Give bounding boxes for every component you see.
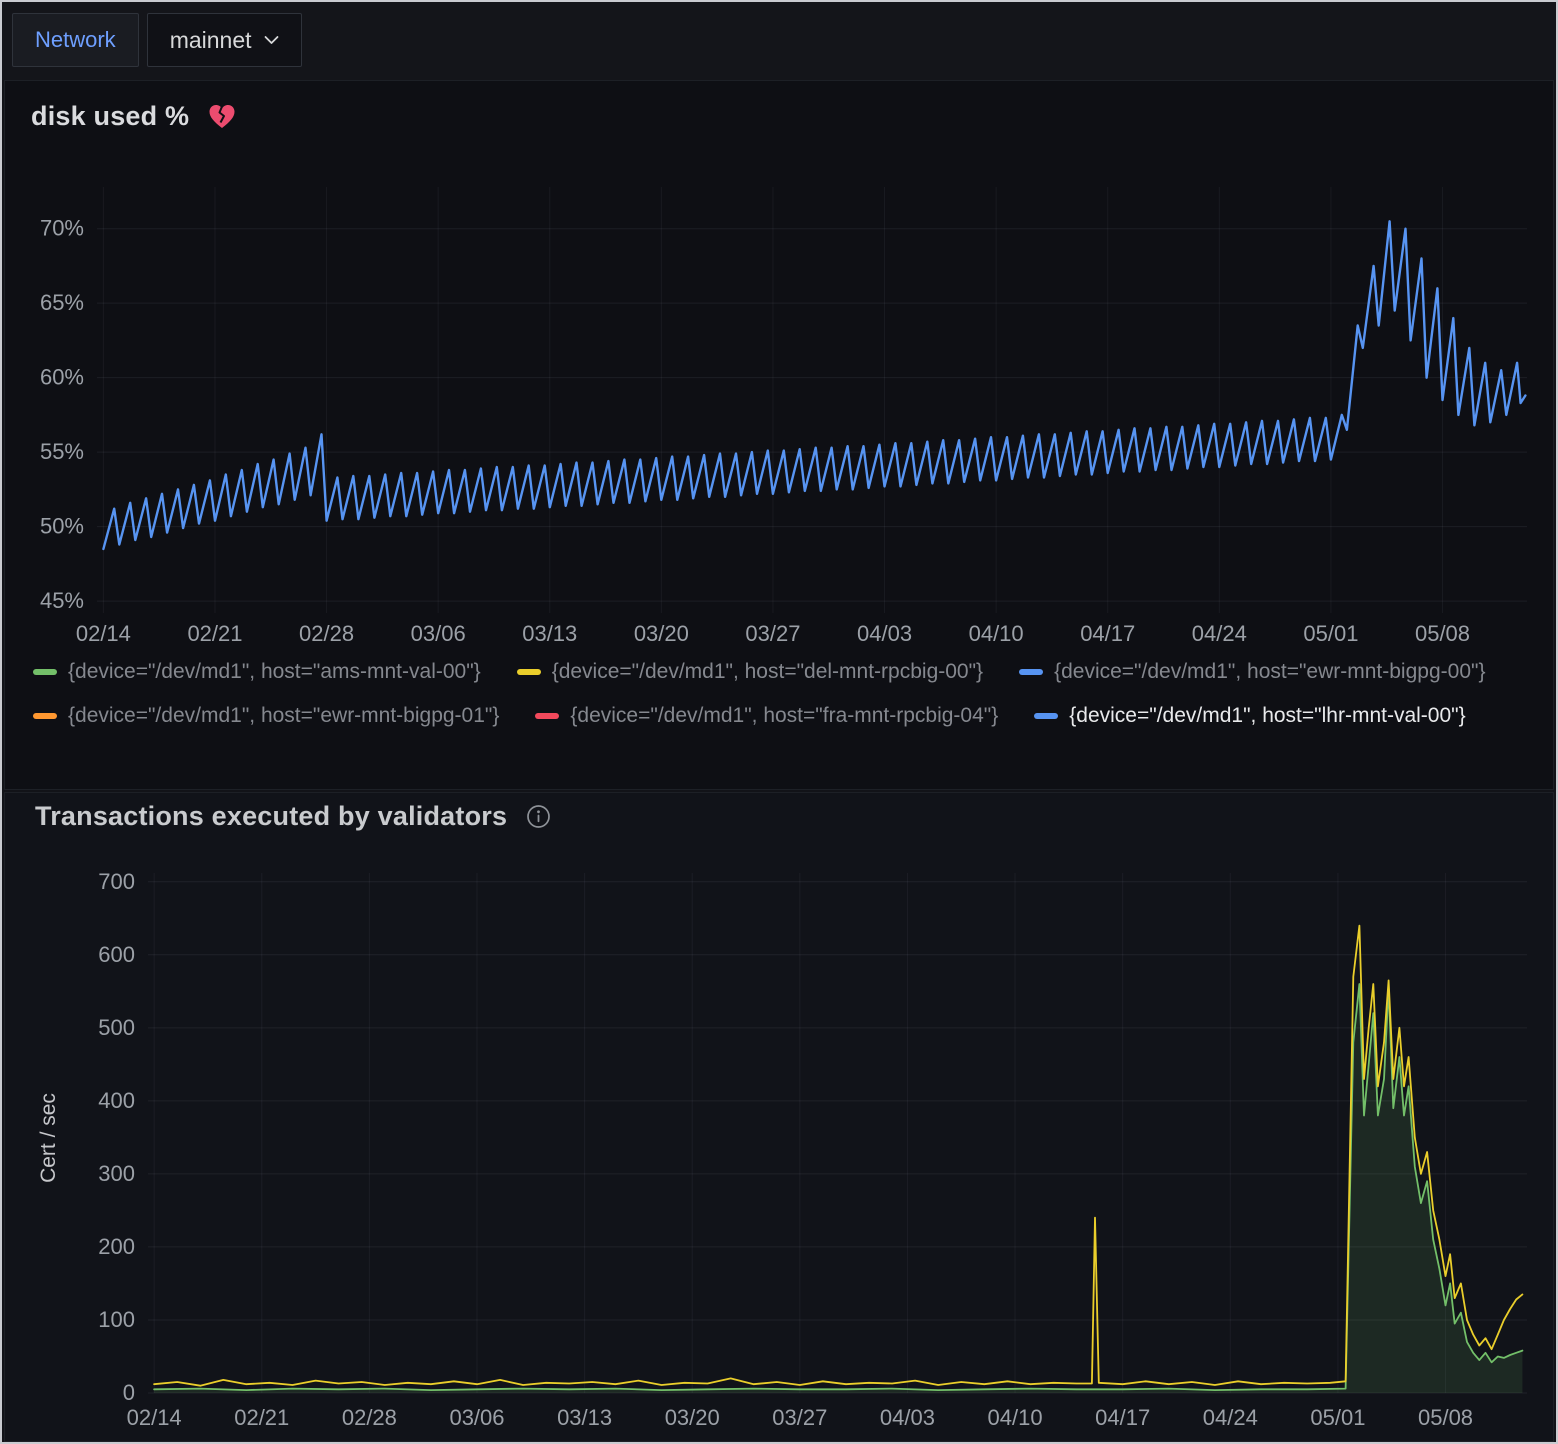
- svg-text:02/14: 02/14: [76, 621, 131, 646]
- network-variable-label: Network: [12, 13, 139, 67]
- tx-panel-header: Transactions executed by validators: [35, 801, 552, 832]
- svg-text:100: 100: [98, 1307, 135, 1332]
- svg-text:55%: 55%: [40, 439, 84, 464]
- legend-series-swatch: [33, 713, 57, 719]
- legend-series-label: {device="/dev/md1", host="ams-mnt-val-00…: [68, 659, 481, 685]
- svg-text:04/10: 04/10: [988, 1405, 1043, 1430]
- alert-broken-heart-icon[interactable]: [207, 102, 237, 131]
- legend-series-label: {device="/dev/md1", host="del-mnt-rpcbig…: [552, 659, 983, 685]
- svg-text:03/20: 03/20: [634, 621, 689, 646]
- svg-text:65%: 65%: [40, 290, 84, 315]
- legend-series-swatch: [517, 669, 541, 675]
- svg-text:03/27: 03/27: [745, 621, 800, 646]
- network-variable-label-text: Network: [35, 27, 116, 53]
- legend-series-label: {device="/dev/md1", host="fra-mnt-rpcbig…: [570, 703, 998, 729]
- svg-text:700: 700: [98, 869, 135, 894]
- svg-text:70%: 70%: [40, 216, 84, 241]
- legend-item[interactable]: {device="/dev/md1", host="fra-mnt-rpcbig…: [535, 703, 998, 729]
- legend-item[interactable]: {device="/dev/md1", host="lhr-mnt-val-00…: [1034, 703, 1465, 729]
- svg-text:03/06: 03/06: [449, 1405, 504, 1430]
- grafana-dashboard: Network mainnet disk used % 45% 50% 55% 60%…: [0, 0, 1558, 1444]
- topbar: Network mainnet: [2, 2, 1556, 80]
- svg-text:02/28: 02/28: [299, 621, 354, 646]
- svg-text:05/01: 05/01: [1303, 621, 1358, 646]
- svg-text:0: 0: [123, 1380, 135, 1405]
- legend-series-swatch: [535, 713, 559, 719]
- svg-text:300: 300: [98, 1161, 135, 1186]
- svg-text:05/08: 05/08: [1415, 621, 1470, 646]
- svg-text:02/21: 02/21: [234, 1405, 289, 1430]
- svg-text:05/01: 05/01: [1310, 1405, 1365, 1430]
- svg-text:200: 200: [98, 1234, 135, 1259]
- svg-text:03/20: 03/20: [665, 1405, 720, 1430]
- legend-item[interactable]: {device="/dev/md1", host="ewr-mnt-bigpg-…: [33, 703, 499, 729]
- network-variable-value: mainnet: [170, 27, 252, 54]
- legend-series-label: {device="/dev/md1", host="lhr-mnt-val-00…: [1069, 703, 1465, 729]
- svg-text:04/03: 04/03: [857, 621, 912, 646]
- legend-series-swatch: [33, 669, 57, 675]
- svg-text:02/28: 02/28: [342, 1405, 397, 1430]
- svg-text:03/06: 03/06: [411, 621, 466, 646]
- disk-panel-title[interactable]: disk used %: [31, 101, 189, 132]
- svg-text:45%: 45%: [40, 588, 84, 613]
- svg-text:03/27: 03/27: [772, 1405, 827, 1430]
- legend-series-swatch: [1019, 669, 1043, 675]
- disk-chart-legend: {device="/dev/md1", host="ams-mnt-val-00…: [33, 659, 1533, 729]
- svg-text:05/08: 05/08: [1418, 1405, 1473, 1430]
- svg-text:04/24: 04/24: [1192, 621, 1247, 646]
- svg-text:04/03: 04/03: [880, 1405, 935, 1430]
- network-variable-control: Network mainnet: [12, 13, 302, 67]
- svg-text:600: 600: [98, 942, 135, 967]
- svg-text:04/24: 04/24: [1203, 1405, 1258, 1430]
- network-variable-dropdown[interactable]: mainnet: [147, 13, 302, 67]
- transactions-panel: Transactions executed by validators Cert…: [4, 792, 1554, 1442]
- svg-text:50%: 50%: [40, 514, 84, 539]
- legend-series-label: {device="/dev/md1", host="ewr-mnt-bigpg-…: [1054, 659, 1485, 685]
- legend-item[interactable]: {device="/dev/md1", host="ewr-mnt-bigpg-…: [1019, 659, 1485, 685]
- svg-text:04/17: 04/17: [1095, 1405, 1150, 1430]
- tx-panel-title[interactable]: Transactions executed by validators: [35, 801, 507, 832]
- svg-text:03/13: 03/13: [557, 1405, 612, 1430]
- transactions-chart[interactable]: 0 100 200 300 400 500 600 700 02/14 02/21 02/28 03/…: [5, 793, 1553, 1441]
- info-icon[interactable]: [525, 803, 552, 830]
- legend-series-label: {device="/dev/md1", host="ewr-mnt-bigpg-…: [68, 703, 499, 729]
- legend-item[interactable]: {device="/dev/md1", host="del-mnt-rpcbig…: [517, 659, 983, 685]
- svg-text:02/14: 02/14: [127, 1405, 182, 1430]
- svg-text:04/17: 04/17: [1080, 621, 1135, 646]
- legend-series-swatch: [1034, 713, 1058, 719]
- disk-panel-header: disk used %: [31, 101, 237, 132]
- disk-used-panel: disk used % 45% 50% 55% 60% 65% 70% 02/14 02/21…: [4, 80, 1554, 790]
- svg-text:400: 400: [98, 1088, 135, 1113]
- svg-text:03/13: 03/13: [522, 621, 577, 646]
- svg-text:500: 500: [98, 1015, 135, 1040]
- svg-text:60%: 60%: [40, 365, 84, 390]
- svg-text:02/21: 02/21: [187, 621, 242, 646]
- chevron-down-icon: [264, 35, 279, 45]
- svg-text:04/10: 04/10: [969, 621, 1024, 646]
- legend-item[interactable]: {device="/dev/md1", host="ams-mnt-val-00…: [33, 659, 481, 685]
